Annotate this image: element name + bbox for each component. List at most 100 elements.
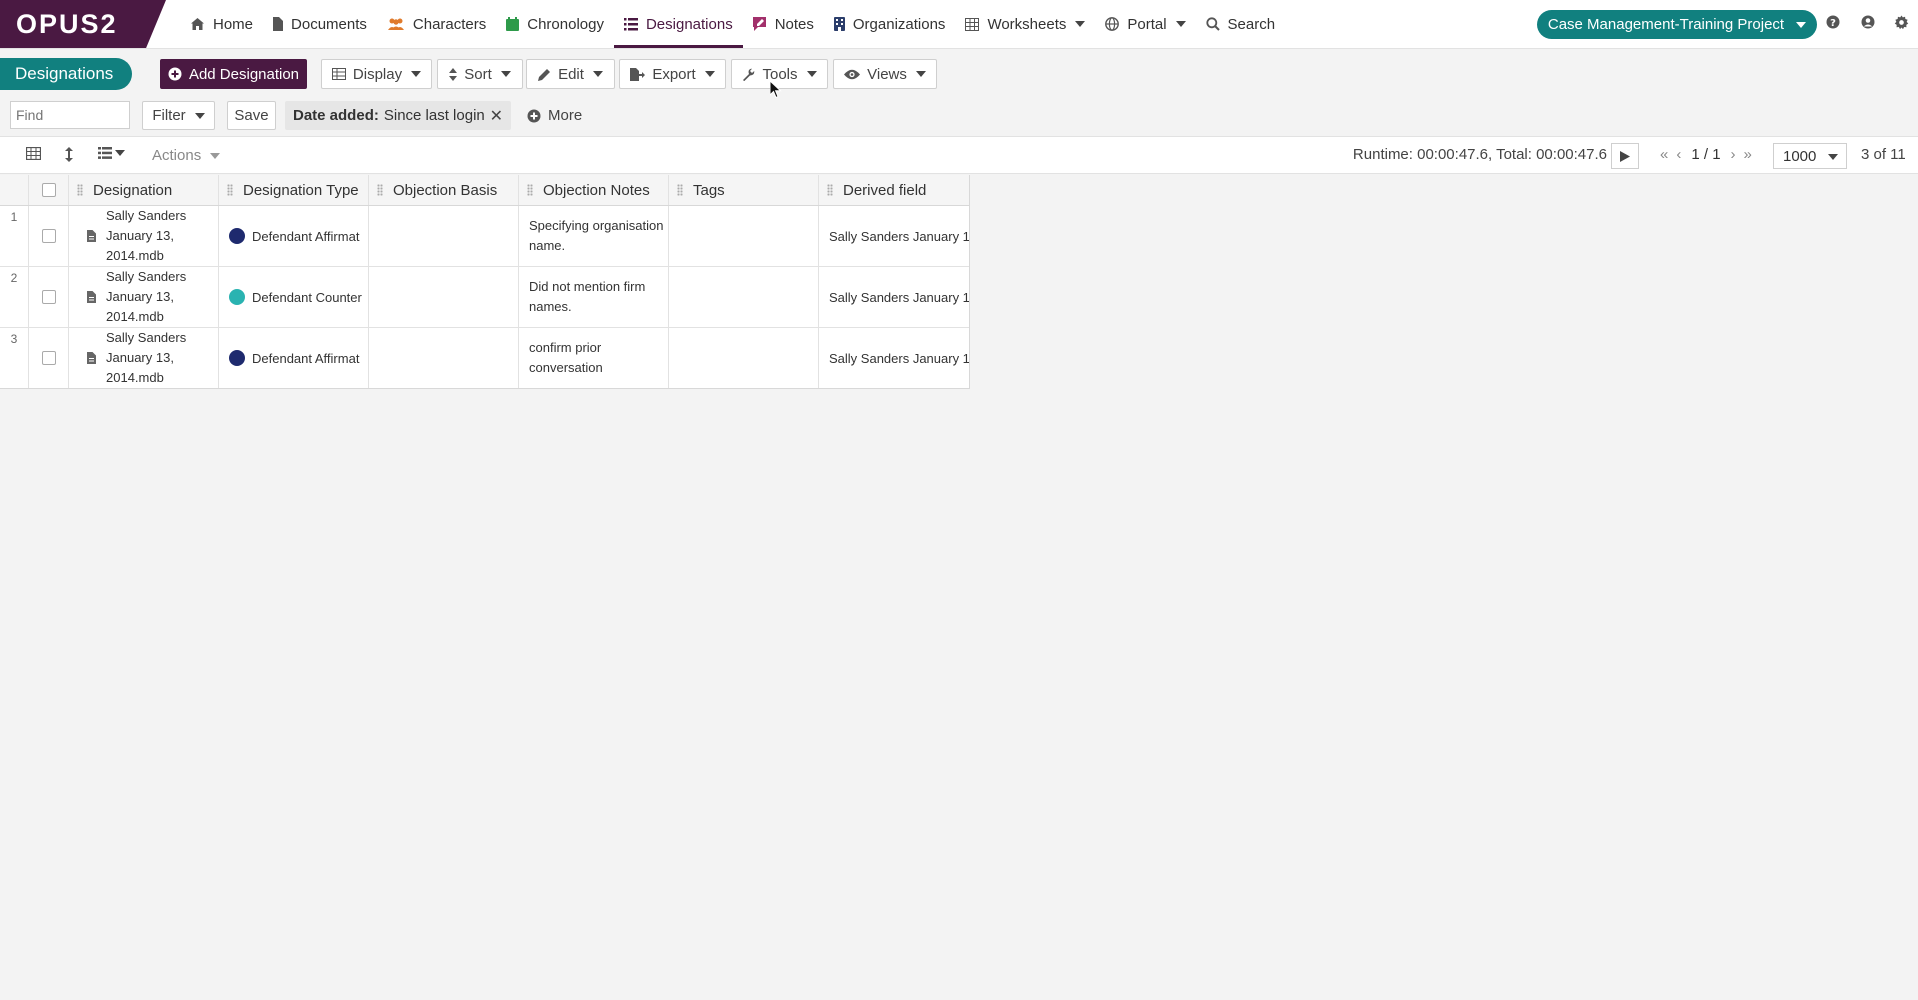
nav-home[interactable]: Home: [180, 0, 263, 48]
objection-basis-cell[interactable]: [369, 328, 519, 388]
nav-chronology[interactable]: Chronology: [496, 0, 614, 48]
document-icon: [87, 352, 96, 364]
nav-search-label: Search: [1227, 15, 1276, 33]
column-header-designation[interactable]: Designation: [69, 175, 219, 205]
edit-label: Edit: [558, 65, 584, 83]
derived-field: Sally Sanders January 1: [829, 350, 969, 366]
derived-field: Sally Sanders January 1: [829, 228, 969, 244]
column-header-objection-notes[interactable]: Objection Notes: [519, 175, 669, 205]
user-account-icon[interactable]: [1861, 15, 1878, 32]
export-button[interactable]: Export: [619, 59, 726, 89]
designation-type-cell[interactable]: Defendant Affirmat: [219, 328, 369, 388]
nav-search[interactable]: Search: [1196, 0, 1286, 48]
nav-designations[interactable]: Designations: [613, 0, 743, 48]
tags-cell[interactable]: [669, 328, 819, 388]
next-page-icon[interactable]: ›: [1731, 146, 1736, 163]
nav-organizations[interactable]: Organizations: [824, 0, 956, 48]
nav-characters[interactable]: Characters: [377, 0, 496, 48]
calendar-icon: [506, 17, 520, 31]
actions-menu[interactable]: Actions: [152, 147, 221, 164]
derived-field-cell[interactable]: Sally Sanders January 1: [819, 206, 969, 266]
grid-view-icon[interactable]: [26, 147, 41, 160]
column-layout-icon[interactable]: [98, 147, 125, 159]
display-label: Display: [352, 65, 403, 83]
export-label: Export: [652, 65, 696, 83]
chevron-down-icon: [115, 150, 125, 156]
derived-field-cell[interactable]: Sally Sanders January 1: [819, 267, 969, 327]
nav-portal[interactable]: Portal: [1095, 0, 1195, 48]
project-selector-button[interactable]: Case Management-Training Project: [1537, 10, 1817, 39]
settings-gear-icon[interactable]: [1894, 15, 1911, 32]
designation-cell[interactable]: Sally Sanders January 13, 2014.mdb: [69, 328, 219, 388]
table-row[interactable]: 2 Sally Sanders January 13, 2014.mdb Def…: [0, 267, 969, 328]
nav-documents[interactable]: Documents: [263, 0, 377, 48]
opus2-logo[interactable]: OPUS2: [0, 0, 166, 48]
tags-cell[interactable]: [669, 206, 819, 266]
drag-handle-icon[interactable]: [677, 184, 683, 196]
people-icon: [387, 17, 405, 31]
drag-handle-icon[interactable]: [227, 184, 233, 196]
filter-chip-key: Date added:: [293, 107, 379, 124]
row-checkbox[interactable]: [41, 229, 56, 243]
filter-chip-date-added[interactable]: Date added: Since last login ✕: [285, 101, 511, 130]
designation-type: Defendant Counter: [252, 289, 362, 305]
designation-cell[interactable]: Sally Sanders January 13, 2014.mdb: [69, 267, 219, 327]
close-icon[interactable]: ✕: [490, 106, 503, 126]
run-button[interactable]: [1611, 143, 1639, 169]
table-row[interactable]: 3 Sally Sanders January 13, 2014.mdb Def…: [0, 328, 969, 388]
play-icon: [1620, 150, 1630, 162]
find-input[interactable]: [10, 101, 130, 129]
objection-notes-cell[interactable]: confirm prior conversation: [519, 328, 669, 388]
select-all-checkbox[interactable]: [41, 183, 56, 197]
row-checkbox[interactable]: [41, 290, 56, 304]
tags-cell[interactable]: [669, 267, 819, 327]
previous-page-icon[interactable]: ‹: [1676, 146, 1681, 163]
help-icon[interactable]: ?: [1826, 15, 1843, 32]
nav-notes[interactable]: Notes: [743, 0, 824, 48]
sort-icon: [449, 67, 458, 81]
nav-documents-label: Documents: [291, 15, 367, 33]
sort-button[interactable]: Sort: [437, 59, 523, 89]
designation-cell[interactable]: Sally Sanders January 13, 2014.mdb: [69, 206, 219, 266]
edit-button[interactable]: Edit: [526, 59, 615, 89]
objection-notes-cell[interactable]: Specifying organisation name.: [519, 206, 669, 266]
objection-basis-cell[interactable]: [369, 267, 519, 327]
views-button[interactable]: Views: [833, 59, 937, 89]
building-icon: [833, 17, 845, 31]
project-name: Case Management-Training Project: [1547, 16, 1785, 33]
page-size-select[interactable]: 1000: [1773, 143, 1847, 169]
derived-field-cell[interactable]: Sally Sanders January 1: [819, 328, 969, 388]
more-filters-button[interactable]: More: [527, 101, 582, 130]
last-page-icon[interactable]: »: [1744, 146, 1752, 163]
designation-type: Defendant Affirmat: [252, 228, 360, 244]
first-page-icon[interactable]: «: [1660, 146, 1668, 163]
row-height-icon[interactable]: [65, 147, 73, 162]
column-header-tags[interactable]: Tags: [669, 175, 819, 205]
add-designation-button[interactable]: Add Designation: [160, 59, 307, 89]
filter-button[interactable]: Filter: [142, 101, 215, 130]
home-icon: [190, 17, 205, 31]
designation-type-cell[interactable]: Defendant Counter: [219, 267, 369, 327]
drag-handle-icon[interactable]: [77, 184, 83, 196]
nav-worksheets[interactable]: Worksheets: [955, 0, 1095, 48]
display-button[interactable]: Display: [321, 59, 432, 89]
row-checkbox[interactable]: [41, 351, 56, 365]
objection-basis-cell[interactable]: [369, 206, 519, 266]
column-header-derived-field[interactable]: Derived field: [819, 175, 969, 205]
drag-handle-icon[interactable]: [377, 184, 383, 196]
designation-type-cell[interactable]: Defendant Affirmat: [219, 206, 369, 266]
nav-organizations-label: Organizations: [852, 15, 946, 33]
table-row[interactable]: 1 Sally Sanders January 13, 2014.mdb Def…: [0, 206, 969, 267]
designation-type: Defendant Affirmat: [252, 350, 360, 366]
column-header-designation-type[interactable]: Designation Type: [219, 175, 369, 205]
drag-handle-icon[interactable]: [827, 184, 833, 196]
objection-notes-cell[interactable]: Did not mention firm names.: [519, 267, 669, 327]
drag-handle-icon[interactable]: [527, 184, 533, 196]
export-icon: [630, 67, 646, 81]
save-filter-button[interactable]: Save: [227, 101, 276, 130]
page-title-tab[interactable]: Designations: [0, 58, 132, 90]
chevron-down-icon: [1828, 154, 1838, 160]
row-checkbox-cell: [29, 328, 69, 388]
record-count: 3 of 11: [1861, 146, 1906, 163]
column-header-objection-basis[interactable]: Objection Basis: [369, 175, 519, 205]
